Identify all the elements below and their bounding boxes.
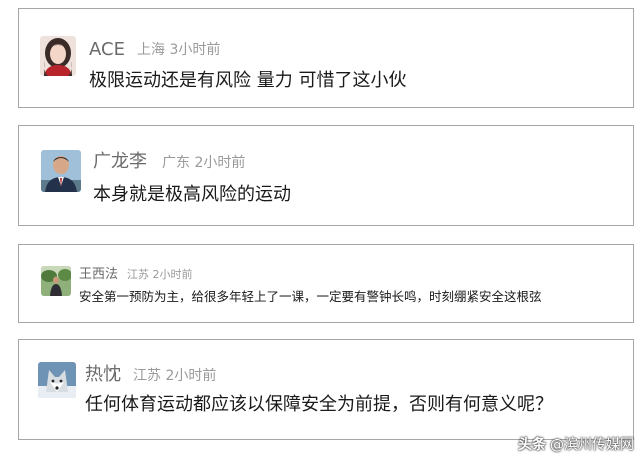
comment-time: 3小时前 [169,42,221,58]
watermark: 头条 @滨州传媒网 [518,434,634,454]
watermark-brand: 头条 [518,437,546,453]
comment-time: 2小时前 [165,368,217,384]
man-portrait-avatar-icon[interactable] [41,150,81,192]
comment-text: 任何体育运动都应该以保障安全为前提，否则有何意义呢？ [85,394,553,415]
comment-text: 安全第一预防为主，给很多年轻上了一课，一定要有警钟长鸣，时刻绷紧安全这根弦 [79,289,542,304]
comment-location-time: 广东 2小时前 [162,156,245,170]
comment-location: 江苏 [133,368,161,384]
woman-avatar-icon[interactable] [40,36,76,76]
comment-location-time: 上海 3小时前 [137,43,220,57]
comment-time: 2小时前 [194,155,246,171]
comment-location-time: 江苏 2小时前 [133,369,216,383]
comment-text: 本身就是极高风险的运动 [93,184,291,205]
comment-username[interactable]: ACE [89,41,125,59]
comment-location: 江苏 [127,268,149,281]
comment-username[interactable]: 王西法 [79,268,118,281]
comment-location-time: 江苏 2小时前 [127,269,193,280]
comment-username[interactable]: 广龙李 [93,153,147,171]
comment-location: 上海 [137,42,165,58]
comment-card: ACE 上海 3小时前 极限运动还是有风险 量力 可惜了这小伙 [18,8,634,108]
comment-card: 王西法 江苏 2小时前 安全第一预防为主，给很多年轻上了一课，一定要有警钟长鸣，… [18,244,634,323]
comment-text: 极限运动还是有风险 量力 可惜了这小伙 [89,70,407,91]
comment-time: 2小时前 [152,268,193,281]
comment-screenshot: ACE 上海 3小时前 极限运动还是有风险 量力 可惜了这小伙 广龙李 广东 2… [0,0,640,460]
comment-card: 热忱 江苏 2小时前 任何体育运动都应该以保障安全为前提，否则有何意义呢？ [18,339,634,440]
watermark-handle: @滨州传媒网 [550,437,634,453]
comment-card: 广龙李 广东 2小时前 本身就是极高风险的运动 [18,125,634,226]
comment-location: 广东 [162,155,190,171]
outdoor-photo-avatar-icon[interactable] [41,266,71,296]
comment-username[interactable]: 热忱 [85,366,121,384]
wolf-avatar-icon[interactable] [38,362,76,398]
